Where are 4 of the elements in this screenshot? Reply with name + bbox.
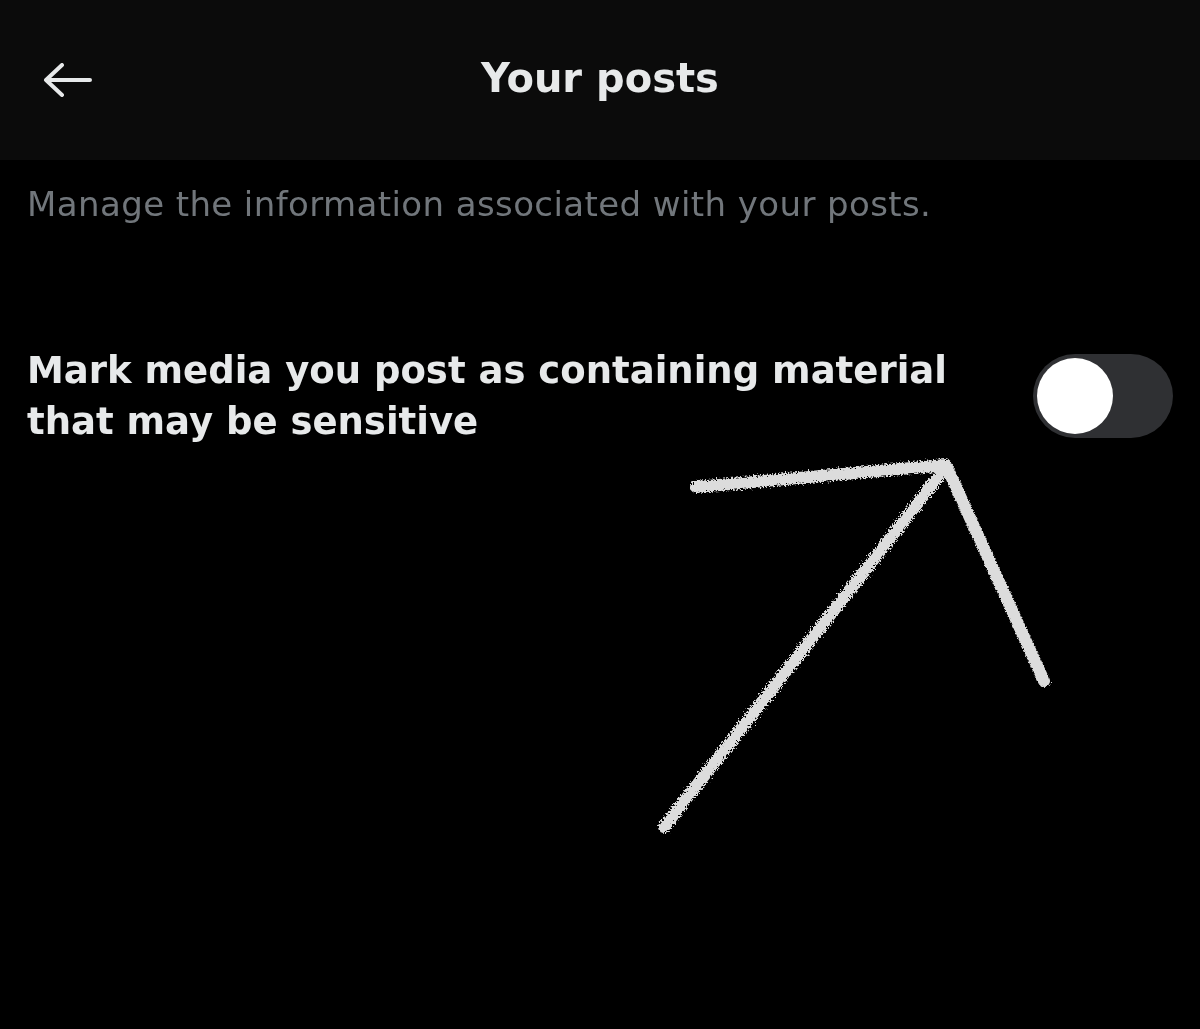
setting-label: Mark media you post as containing material that may be sensitive [27, 348, 948, 445]
page-title: Your posts [481, 55, 719, 103]
back-arrow-icon[interactable] [42, 63, 92, 97]
description-text: Manage the information associated with your posts. [26, 183, 933, 226]
